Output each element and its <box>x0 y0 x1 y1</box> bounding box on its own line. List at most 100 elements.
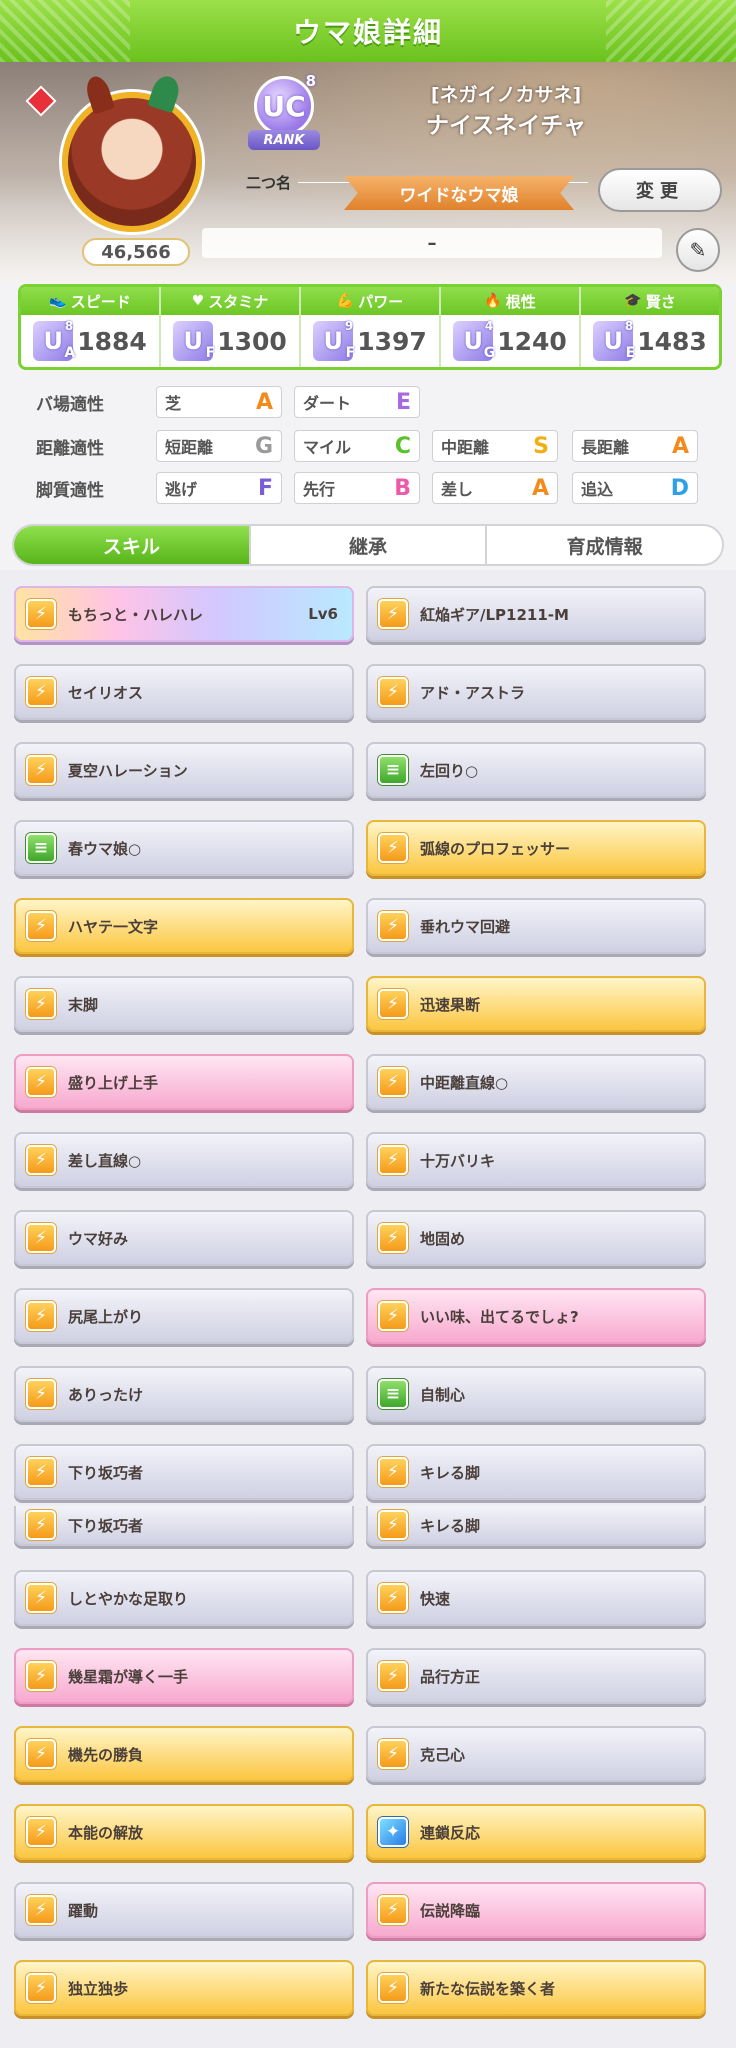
skill-item[interactable]: ≡ 左回り○ <box>366 742 706 798</box>
skill-name: 盛り上げ上手 <box>68 1073 159 1092</box>
skill-item[interactable]: ⚡ キレる脚 <box>366 1506 706 1546</box>
skill-icon: ⚡ <box>378 1661 408 1691</box>
skill-icon: ⚡ <box>378 599 408 629</box>
tab-2[interactable]: 育成情報 <box>487 526 722 564</box>
skill-item[interactable]: ⚡ 品行方正 <box>366 1648 706 1704</box>
stat-body: U F 1300 <box>161 315 299 367</box>
skill-icon: ≡ <box>378 1379 408 1409</box>
aptitude-name: 中距離 <box>441 438 490 457</box>
stat-label: スピード <box>70 292 131 311</box>
tab-1[interactable]: 継承 <box>251 526 488 564</box>
skill-item[interactable]: ⚡ ハヤテ一文字 <box>14 898 354 954</box>
skill-icon: ✦ <box>378 1817 408 1847</box>
aptitude-track-1: ダート E <box>294 386 420 418</box>
skill-item[interactable]: ≡ 自制心 <box>366 1366 706 1422</box>
skill-item[interactable]: ⚡ 差し直線○ <box>14 1132 354 1188</box>
skill-item[interactable]: ⚡ いい味、出てるでしょ? <box>366 1288 706 1344</box>
aptitude-name: ダート <box>303 394 352 413</box>
skill-name: 幾星霜が導く一手 <box>68 1667 189 1686</box>
skill-name: 左回り○ <box>420 761 479 780</box>
skill-item[interactable]: ⚡ 盛り上げ上手 <box>14 1054 354 1110</box>
skill-item[interactable]: ⚡ 快速 <box>366 1570 706 1626</box>
skill-item[interactable]: ⚡ 末脚 <box>14 976 354 1032</box>
skill-item[interactable]: ⚡ もちっと・ハレハレ Lv6 <box>14 586 354 642</box>
skill-icon: ⚡ <box>26 911 56 941</box>
skill-item[interactable]: ⚡ 独立独歩 <box>14 1960 354 2016</box>
skill-item[interactable]: ⚡ 垂れウマ回避 <box>366 898 706 954</box>
skill-item[interactable]: ⚡ 地固め <box>366 1210 706 1266</box>
stat-grade: UE 8 <box>593 319 635 361</box>
skill-name: 独立独歩 <box>68 1979 129 1998</box>
skill-item[interactable]: ⚡ 紅焔ギア/LP1211-M <box>366 586 706 642</box>
skill-item[interactable]: ⚡ 躍動 <box>14 1882 354 1938</box>
skill-item[interactable]: ⚡ 十万バリキ <box>366 1132 706 1188</box>
skill-item[interactable]: ⚡ 克己心 <box>366 1726 706 1782</box>
skill-item[interactable]: ⚡ 夏空ハレーション <box>14 742 354 798</box>
skill-icon: ⚡ <box>378 1895 408 1925</box>
skill-name: 尻尾上がり <box>68 1307 144 1326</box>
rank-label: RANK <box>248 130 320 150</box>
stat-value: 1240 <box>497 326 567 356</box>
stat-label: 賢さ <box>645 292 676 311</box>
skill-item[interactable]: ⚡ しとやかな足取り <box>14 1570 354 1626</box>
skill-item[interactable]: ⚡ 尻尾上がり <box>14 1288 354 1344</box>
aptitude-name: 短距離 <box>165 438 214 457</box>
aptitude-label-style: 脚質適性 <box>36 470 156 506</box>
skill-item[interactable]: ⚡ 新たな伝説を築く者 <box>366 1960 706 2016</box>
stat-grade-sub: A <box>64 345 76 361</box>
stat-header: 👟 スピード <box>21 287 159 315</box>
skill-name: ハヤテ一文字 <box>68 917 159 936</box>
skill-item[interactable]: ⚡ 下り坂巧者 <box>14 1506 354 1546</box>
skill-item[interactable]: ⚡ 幾星霜が導く一手 <box>14 1648 354 1704</box>
skill-item[interactable]: ⚡ キレる脚 <box>366 1444 706 1500</box>
tab-bar: スキル 継承 育成情報 <box>12 524 724 566</box>
edit-memo-button[interactable]: ✎ <box>676 228 720 272</box>
skill-item[interactable]: ⚡ アド・アストラ <box>366 664 706 720</box>
skill-item[interactable]: ⚡ 下り坂巧者 <box>14 1444 354 1500</box>
skill-icon: ⚡ <box>26 1510 56 1540</box>
skill-name: 春ウマ娘○ <box>68 839 142 858</box>
skill-item[interactable]: ⚡ 弧線のプロフェッサー <box>366 820 706 876</box>
skill-icon: ⚡ <box>26 599 56 629</box>
skill-item[interactable]: ⚡ セイリオス <box>14 664 354 720</box>
skill-icon: ⚡ <box>26 1457 56 1487</box>
stat-grade: UF 9 <box>313 319 355 361</box>
stat-grade-sup: 8 <box>624 319 634 333</box>
stat-1: ♥ スタミナ U F 1300 <box>161 287 301 367</box>
aptitude-label: 距離適性 <box>36 438 104 459</box>
skill-item[interactable]: ⚡ 伝説降臨 <box>366 1882 706 1938</box>
skill-item[interactable]: ✦ 連鎖反応 <box>366 1804 706 1860</box>
aptitude-label: バ場適性 <box>36 394 104 415</box>
skill-item[interactable]: ⚡ 本能の解放 <box>14 1804 354 1860</box>
skill-item[interactable]: ⚡ 中距離直線○ <box>366 1054 706 1110</box>
aptitude-label-track: バ場適性 <box>36 384 156 420</box>
stat-grade: UA 8 <box>33 319 76 361</box>
stat-header: ♥ スタミナ <box>161 287 299 315</box>
skill-icon: ⚡ <box>26 1223 56 1253</box>
skill-name: 紅焔ギア/LP1211-M <box>420 605 569 624</box>
skill-item[interactable]: ⚡ ウマ好み <box>14 1210 354 1266</box>
stat-header: 🔥 根性 <box>441 287 579 315</box>
aptitude-grade: C <box>394 433 411 459</box>
change-button[interactable]: 変更 <box>598 168 722 212</box>
skill-item[interactable]: ⚡ ありったけ <box>14 1366 354 1422</box>
skill-item[interactable]: ≡ 春ウマ娘○ <box>14 820 354 876</box>
tab-0[interactable]: スキル <box>14 526 251 564</box>
skill-icon: ⚡ <box>26 1739 56 1769</box>
skill-icon: ⚡ <box>378 989 408 1019</box>
page-title: ウマ娘詳細 <box>292 16 443 49</box>
aptitude-grade: G <box>254 433 273 459</box>
flame-icon: 🔥 <box>484 293 502 309</box>
avatar[interactable] <box>62 72 202 232</box>
skill-item[interactable]: ⚡ 迅速果断 <box>366 976 706 1032</box>
heart-icon: ♥ <box>191 293 205 309</box>
skill-item[interactable]: ⚡ 機先の勝負 <box>14 1726 354 1782</box>
skill-icon: ⚡ <box>378 1223 408 1253</box>
skill-name: 垂れウマ回避 <box>420 917 511 936</box>
stat-grade-letter: U <box>463 327 483 355</box>
aptitude-name: 逃げ <box>165 480 198 499</box>
rank-badge[interactable]: UC 8 RANK <box>248 72 320 160</box>
aptitude-style-3: 追込 D <box>572 472 698 504</box>
skill-icon: ⚡ <box>378 1067 408 1097</box>
stat-grade-sup: 9 <box>344 319 354 333</box>
